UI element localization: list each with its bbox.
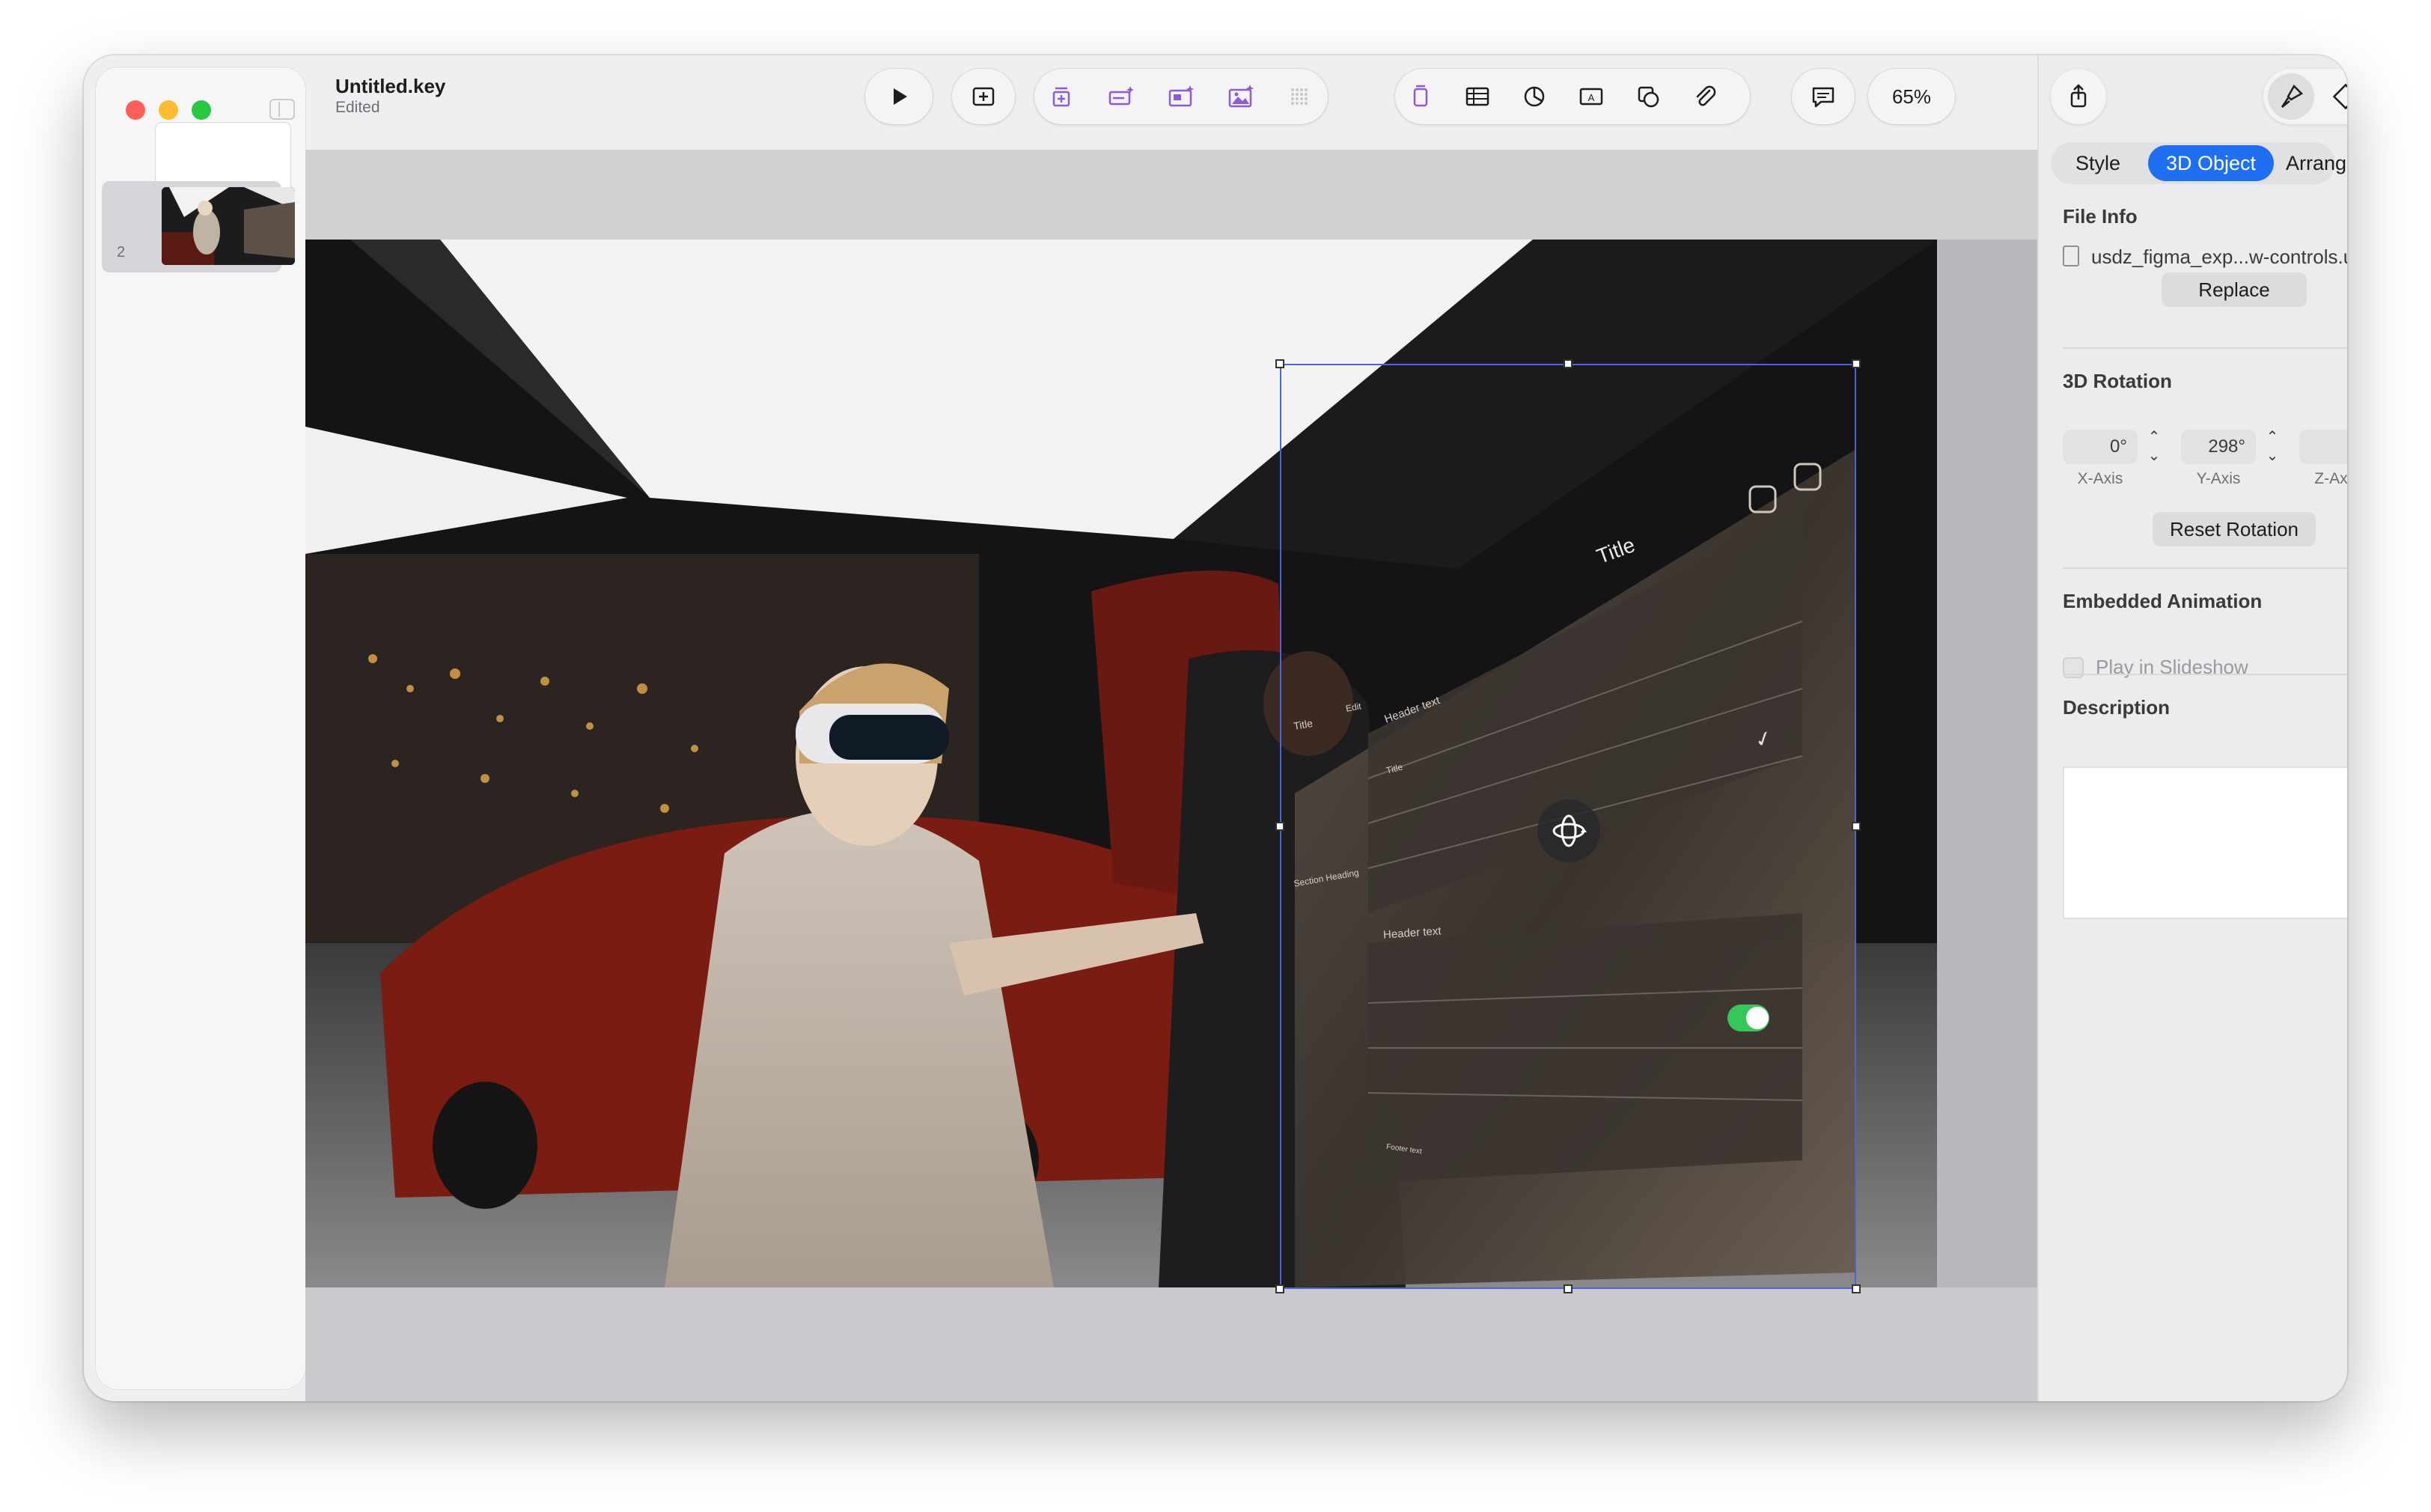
text-box-icon[interactable]: [1103, 79, 1139, 115]
minimize-window-button[interactable]: [159, 100, 178, 120]
document-title: Untitled.key: [335, 75, 446, 97]
play-in-slideshow-label: Play in Slideshow: [2096, 656, 2248, 678]
resize-handle-top-left[interactable]: [1275, 359, 1284, 368]
chart-icon[interactable]: [1516, 79, 1552, 115]
attachment-icon[interactable]: [1687, 79, 1723, 115]
z-axis-field[interactable]: 0°: [2299, 430, 2347, 464]
format-brush-icon[interactable]: [2276, 82, 2306, 112]
duplicate-icon[interactable]: [1630, 79, 1666, 115]
embedded-animation-heading: Embedded Animation: [2063, 590, 2263, 612]
resize-handle-bottom-right[interactable]: [1852, 1284, 1861, 1293]
tab-3d-object[interactable]: 3D Object: [2148, 145, 2274, 181]
canvas-overflow-top: [305, 150, 2037, 240]
3d-rotation-heading: 3D Rotation: [2063, 370, 2172, 392]
resize-handle-bottom-left[interactable]: [1275, 1284, 1284, 1293]
resize-handle-top-right[interactable]: [1852, 359, 1861, 368]
animate-diamond-icon[interactable]: [2331, 82, 2347, 112]
zoom-menu[interactable]: 65%: [1868, 69, 1955, 124]
tab-arrange[interactable]: Arrange: [2275, 145, 2347, 181]
share-button[interactable]: [2051, 69, 2106, 124]
canvas-overflow-bottom: [305, 1287, 2037, 1401]
play-icon: [881, 79, 917, 115]
rotate-3d-control[interactable]: [1537, 799, 1600, 862]
slide-navigator: 1 2: [96, 67, 305, 1389]
rotate-3d-icon: [1552, 814, 1587, 847]
play-button[interactable]: [865, 69, 933, 124]
inspector-tabs: Style 3D Object Arrange: [2051, 142, 2347, 184]
divider: [2063, 567, 2347, 569]
inspector-mode-switch: [2263, 69, 2347, 124]
shape-icon[interactable]: [1403, 79, 1439, 115]
z-axis-label: Z-Axis: [2314, 470, 2347, 487]
document-status: Edited: [335, 99, 380, 116]
tab-style[interactable]: Style: [2054, 145, 2142, 181]
share-icon: [2070, 84, 2087, 108]
slide-canvas[interactable]: ✓ Title Header text Header text Section …: [305, 150, 2037, 1401]
text-icon[interactable]: A: [1573, 79, 1609, 115]
replace-button[interactable]: Replace: [2162, 272, 2307, 307]
image-icon[interactable]: [1223, 79, 1259, 115]
insert-tools-group: A: [1395, 69, 1750, 124]
y-axis-label: Y-Axis: [2196, 470, 2241, 487]
description-textarea[interactable]: [2063, 766, 2347, 919]
resize-handle-top[interactable]: [1564, 359, 1573, 368]
divider: [2063, 674, 2347, 675]
media-icon[interactable]: [1163, 79, 1199, 115]
comment-icon: [1805, 79, 1841, 115]
file-name: usdz_figma_exp...w-controls.usdz: [2091, 246, 2347, 268]
x-axis-label: X-Axis: [2077, 470, 2123, 487]
media-tools-group: [1034, 69, 1328, 124]
resize-handle-right[interactable]: [1852, 822, 1861, 831]
y-axis-field[interactable]: 298°: [2181, 430, 2256, 464]
zoom-level: 65%: [1891, 85, 1932, 108]
svg-text:A: A: [1588, 92, 1595, 103]
grid-icon[interactable]: [1281, 79, 1317, 115]
x-axis-stepper[interactable]: ⌃ ⌄: [2142, 428, 2166, 466]
animate-icon[interactable]: [1043, 79, 1079, 115]
x-axis-field[interactable]: 0°: [2063, 430, 2138, 464]
slide-thumbnail-image: [162, 187, 295, 265]
keynote-window: 1 2 Untitled.key Edited: [84, 55, 2347, 1401]
table-icon[interactable]: [1459, 79, 1495, 115]
resize-handle-left[interactable]: [1275, 822, 1284, 831]
file-icon: [2063, 246, 2079, 266]
divider: [2063, 347, 2347, 349]
resize-handle-bottom[interactable]: [1564, 1284, 1573, 1293]
add-slide-button[interactable]: [952, 69, 1015, 124]
add-slide-icon: [966, 79, 1001, 115]
y-axis-stepper[interactable]: ⌃ ⌄: [2260, 428, 2284, 466]
slide-thumbnail-2-selected[interactable]: 2: [102, 181, 295, 272]
inspector-panel: Style 3D Object Arrange File Info usdz_f…: [2037, 55, 2347, 1401]
reset-rotation-button[interactable]: Reset Rotation: [2153, 512, 2316, 546]
sidebar-toggle-icon[interactable]: [269, 99, 295, 120]
comment-button[interactable]: [1792, 69, 1855, 124]
file-info-heading: File Info: [2063, 205, 2138, 228]
description-heading: Description: [2063, 696, 2171, 719]
zoom-window-button[interactable]: [192, 100, 211, 120]
slide-number: 2: [117, 244, 126, 260]
close-window-button[interactable]: [126, 100, 145, 120]
